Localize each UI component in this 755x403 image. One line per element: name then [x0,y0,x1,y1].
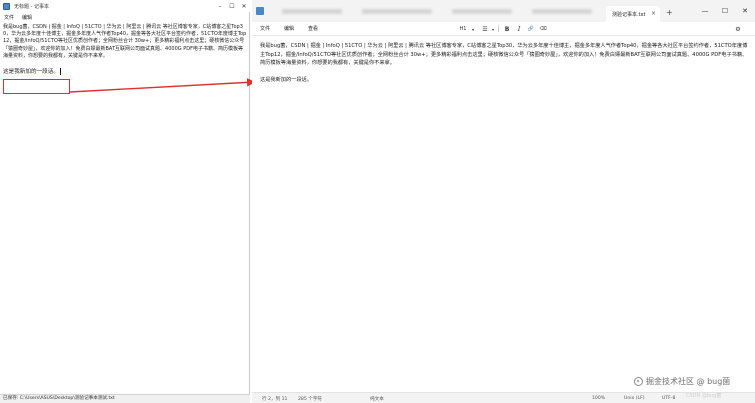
minimize-button[interactable]: – [214,0,226,12]
cursor-position: 行 2，列 11 [262,397,288,402]
title-bar[interactable]: 无标题 - 记事本 – ☐ ✕ [0,0,250,12]
chevron-down-icon[interactable]: ▾ [490,24,496,34]
body-paragraph: 我是bug菌，CSDN | 掘金 | InfoQ | 51CTO | 华为云 |… [260,43,748,66]
format-label[interactable]: 纯文本 [370,396,384,402]
encoding[interactable]: UTF-8 [662,396,675,401]
tab-bar: 测验记事本.txt × + — ☐ ✕ [252,0,755,22]
heading-dropdown[interactable]: H1 [456,24,470,34]
list-icon[interactable]: ☰ [480,24,490,34]
maximize-button[interactable]: ☐ [226,0,238,12]
watermark-logo-icon [634,377,643,386]
settings-gear-icon[interactable]: ⚙ [732,24,744,34]
link-icon[interactable]: 🔗 [526,24,536,34]
zoom-level[interactable]: 100% [592,396,605,401]
status-bar: 已保存: C:\Users\ASUS\Desktop\测验记事本测试.txt [0,394,250,403]
text-editor[interactable]: 我是bug菌，CSDN | 掘金 | InfoQ | 51CTO | 华为云 |… [252,37,755,392]
menu-edit[interactable]: 编辑 [284,25,294,32]
maximize-button[interactable]: ☐ [715,0,735,22]
text-caret [59,68,61,76]
new-line-text: 这是我新加的一段话。 [260,76,312,83]
tab-label: 测验记事本.txt [612,11,646,18]
line-ending[interactable]: Unix (LF) [624,396,645,401]
highlight-box [3,79,70,94]
watermark: 掘金技术社区 @ bug菌 [634,376,730,387]
blurred-tab[interactable] [282,9,342,14]
bold-button[interactable]: B [502,24,512,34]
blurred-tab[interactable] [532,9,592,14]
body-paragraph: 我是bug菌，CSDN | 掘金 | InfoQ | 51CTO | 华为云 |… [3,24,247,59]
watermark-ghost: CSDN @bug菌 [686,393,722,399]
clear-format-icon[interactable]: ⌫ [538,24,548,34]
minimize-button[interactable]: — [695,0,715,22]
notepad-window: 测验记事本.txt × + — ☐ ✕ 文件 编辑 查看 H1 ▾ ☰ ▾ B … [252,0,755,403]
toolbar-separator [498,25,499,32]
menu-file[interactable]: 文件 [260,25,270,32]
italic-button[interactable]: I [514,24,524,34]
menu-edit[interactable]: 编辑 [22,14,32,21]
menu-bar: 文件 编辑 [0,13,250,21]
tab-close-icon[interactable]: × [651,10,656,17]
window-controls: — ☐ ✕ [695,0,755,22]
window-controls: – ☐ ✕ [214,0,250,12]
blurred-tab[interactable] [362,9,432,14]
notepad-app-icon [256,7,264,15]
menu-file[interactable]: 文件 [4,14,14,21]
close-button[interactable]: ✕ [735,0,755,22]
tab-active[interactable]: 测验记事本.txt × [606,6,660,22]
new-line-content: 这是我新加的一段话。 [3,69,59,76]
blurred-tab[interactable] [452,9,512,14]
legacy-notepad-window: 无标题 - 记事本 – ☐ ✕ 文件 编辑 我是bug菌，CSDN | 掘金 |… [0,0,250,403]
window-title: 无标题 - 记事本 [14,3,49,10]
new-tab-button[interactable]: + [666,8,673,17]
annotation-arrow [69,78,256,93]
chevron-down-icon[interactable]: ▾ [470,24,476,34]
status-bar: 行 2，列 11 285 个字符 纯文本 100% Unix (LF) UTF-… [252,392,755,403]
menu-toolbar: 文件 编辑 查看 H1 ▾ ☰ ▾ B I 🔗 ⌫ ⚙ [252,22,755,36]
close-button[interactable]: ✕ [238,0,250,12]
notepad-app-icon [3,2,10,10]
menu-view[interactable]: 查看 [308,25,318,32]
char-count: 285 个字符 [298,397,323,402]
watermark-text: 掘金技术社区 @ bug菌 [646,377,731,386]
